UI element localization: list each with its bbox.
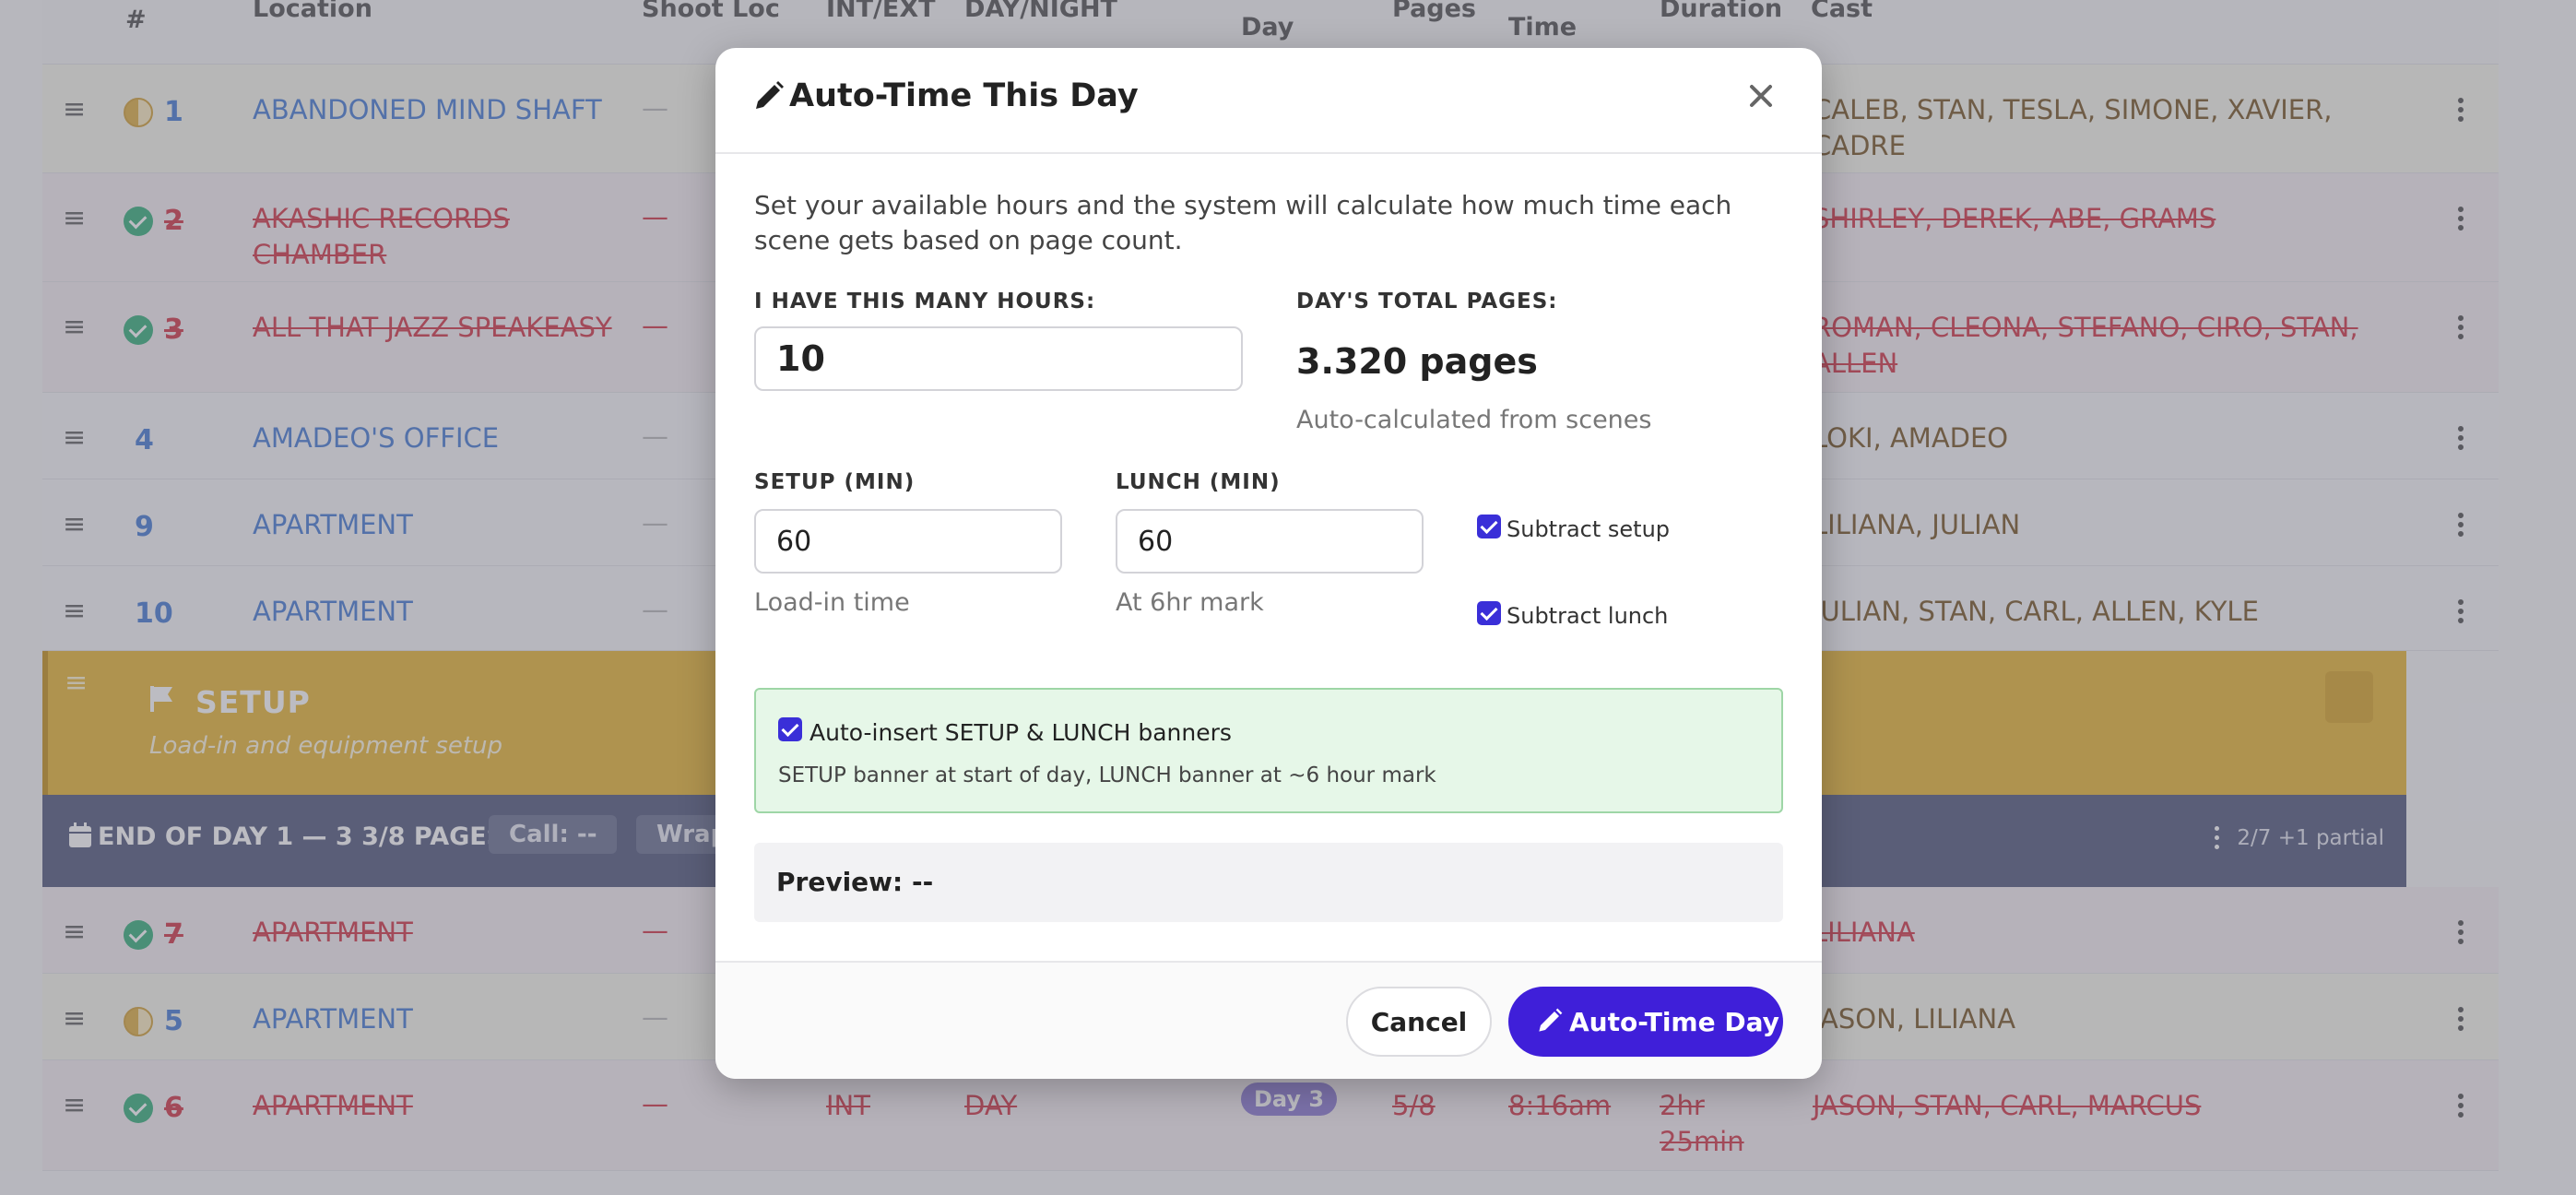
lunch-hint: At 6hr mark bbox=[1116, 588, 1264, 617]
pencil-icon bbox=[1539, 1008, 1563, 1032]
dialog-footer: Cancel Auto-Time Day bbox=[715, 961, 1822, 1079]
setup-hint: Load-in time bbox=[754, 588, 910, 617]
auto-time-day-button[interactable]: Auto-Time Day bbox=[1508, 987, 1783, 1057]
setup-label: SETUP (MIN) bbox=[754, 470, 916, 494]
setup-minutes-input[interactable] bbox=[754, 509, 1062, 574]
subtract-setup-checkbox[interactable] bbox=[1477, 515, 1501, 538]
dialog-title: Auto-Time This Day bbox=[789, 77, 1139, 114]
auto-time-day-label: Auto-Time Day bbox=[1569, 1006, 1779, 1037]
cancel-button[interactable]: Cancel bbox=[1346, 987, 1492, 1057]
subtract-setup-label[interactable]: Subtract setup bbox=[1507, 516, 1670, 542]
auto-insert-banners-box: Auto-insert SETUP & LUNCH banners SETUP … bbox=[754, 688, 1783, 813]
auto-insert-banners-hint: SETUP banner at start of day, LUNCH bann… bbox=[778, 763, 1436, 787]
auto-time-dialog: Auto-Time This Day Set your available ho… bbox=[715, 48, 1822, 1079]
preview-box: Preview: -- bbox=[754, 843, 1783, 922]
pencil-icon bbox=[756, 81, 784, 109]
auto-insert-banners-label[interactable]: Auto-insert SETUP & LUNCH banners bbox=[809, 719, 1232, 746]
lunch-minutes-input[interactable] bbox=[1116, 509, 1424, 574]
subtract-lunch-label[interactable]: Subtract lunch bbox=[1507, 603, 1668, 629]
dialog-header: Auto-Time This Day bbox=[715, 48, 1822, 154]
subtract-lunch-checkbox[interactable] bbox=[1477, 601, 1501, 625]
auto-insert-banners-checkbox[interactable] bbox=[778, 717, 802, 741]
lunch-label: LUNCH (MIN) bbox=[1116, 470, 1281, 494]
total-pages-hint: Auto-calculated from scenes bbox=[1296, 406, 1652, 434]
dialog-description: Set your available hours and the system … bbox=[754, 190, 1732, 255]
hours-input[interactable] bbox=[754, 326, 1243, 391]
total-pages-label: DAY'S TOTAL PAGES: bbox=[1296, 290, 1558, 314]
hours-label: I HAVE THIS MANY HOURS: bbox=[754, 290, 1096, 314]
total-pages-value: 3.320 pages bbox=[1296, 341, 1538, 382]
preview-text: Preview: -- bbox=[776, 867, 934, 897]
close-icon[interactable] bbox=[1744, 79, 1778, 112]
